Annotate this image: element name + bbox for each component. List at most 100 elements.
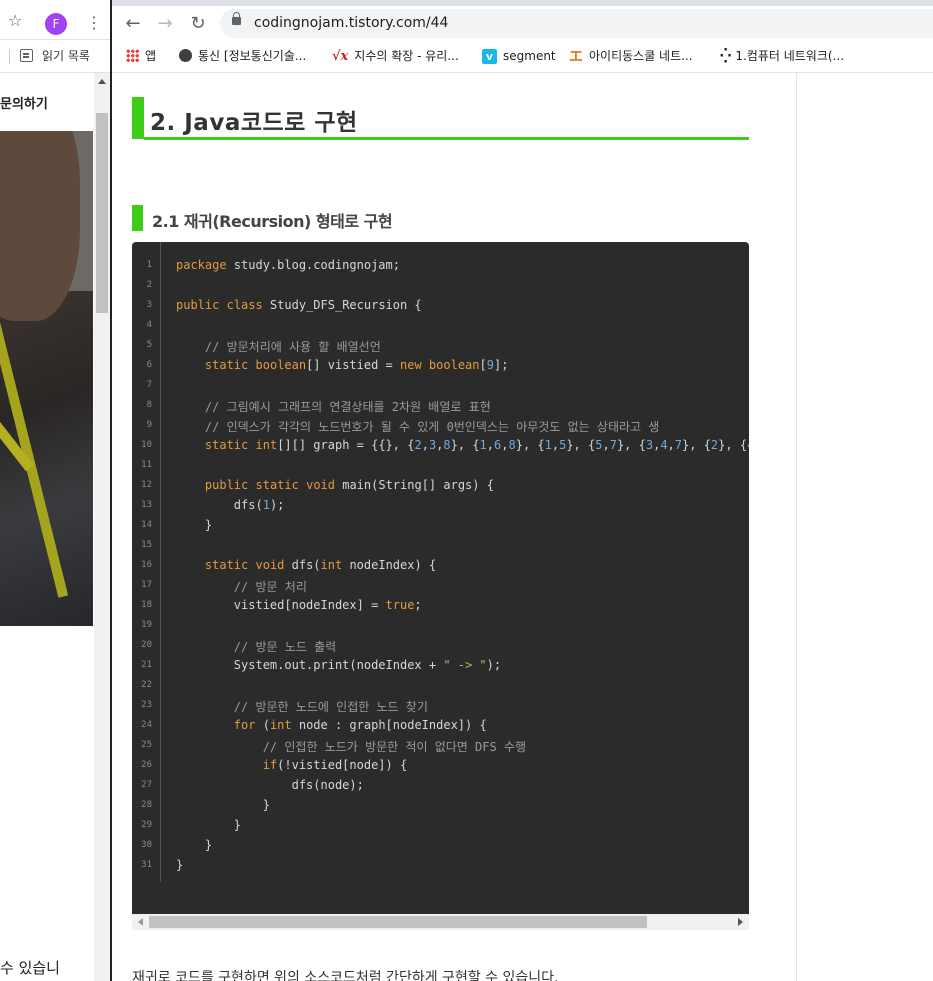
subheading-text: 2.1 재귀(Recursion) 형태로 구현 [152, 212, 393, 231]
line-number: 23 [141, 700, 152, 710]
code-line: // 방문처리에 사용 할 배열선언 [204, 340, 381, 354]
code-line: vistied[nodeIndex] = true; [176, 598, 422, 612]
bookmark-segment[interactable]: v segment [482, 47, 556, 65]
code-line: } [176, 518, 213, 532]
line-number: 30 [141, 840, 152, 850]
itdong-icon: エ [569, 48, 583, 65]
back-arrow-icon[interactable]: ← [122, 13, 144, 35]
line-number: 6 [146, 360, 152, 370]
code-line: public static void main(String[] args) { [204, 478, 494, 492]
reload-icon[interactable]: ↻ [187, 13, 209, 35]
left-body-text: 수 있습니 [0, 959, 60, 977]
bookmark-apps[interactable]: 앱 [126, 47, 156, 65]
line-number: 27 [141, 780, 152, 790]
apps-icon [126, 49, 139, 62]
globe-icon [179, 49, 192, 62]
line-number: 22 [141, 680, 152, 690]
bookmark-star-icon[interactable]: ☆ [8, 11, 22, 30]
article-page: 2. Java코드로 구현 2.1 재귀(Recursion) 형태로 구현 1… [112, 73, 933, 981]
line-number: 9 [146, 420, 152, 430]
code-line: // 인덱스가 각각의 노드번호가 될 수 있게 0번인덱스는 아무것도 없는 … [204, 420, 660, 434]
subheading-accent-bar [132, 205, 143, 231]
left-toolbar: ☆ F ⋮ [0, 0, 110, 40]
code-line: // 방문 처리 [233, 580, 307, 594]
inquiry-link[interactable]: 문의하기 [0, 93, 48, 112]
url-text[interactable]: codingnojam.tistory.com/44 [254, 15, 448, 31]
line-number: 18 [141, 600, 152, 610]
profile-avatar[interactable]: F [45, 13, 67, 35]
forward-arrow-icon[interactable]: → [154, 13, 176, 35]
code-line: } [176, 838, 213, 852]
lock-icon[interactable] [232, 12, 241, 25]
bookmarks-bar: 앱 통신 [정보통신기술... √x 지수의 확장 - 유리... v segmen… [112, 40, 933, 73]
line-number: 3 [146, 300, 152, 310]
sqrt-icon: √x [332, 48, 349, 64]
line-number: 7 [146, 380, 152, 390]
line-number: 2 [146, 280, 152, 290]
line-number: 25 [141, 740, 152, 750]
left-browser-window: ☆ F ⋮ 읽기 목록 문의하기 수 있습니 [0, 0, 110, 981]
left-bookmarks-bar: 읽기 목록 [0, 40, 110, 73]
section-heading: 2. Java코드로 구현 [132, 97, 749, 141]
line-number: 4 [146, 320, 152, 330]
code-line: for (int node : graph[nodeIndex]) { [233, 718, 487, 732]
left-vertical-scrollbar[interactable] [94, 73, 110, 981]
line-number: 19 [141, 620, 152, 630]
code-line: dfs(node); [176, 778, 364, 792]
scroll-left-arrow-icon[interactable] [138, 918, 143, 926]
more-menu-icon[interactable]: ⋮ [86, 13, 102, 33]
line-number: 24 [141, 720, 152, 730]
scrollbar-thumb[interactable] [149, 916, 647, 928]
code-line: } [176, 818, 242, 832]
dots-icon: ⁛ [720, 48, 731, 64]
bookmark-label: 통신 [정보통신기술... [198, 49, 307, 63]
code-line: // 방문 노드 출력 [233, 640, 337, 654]
scroll-up-arrow-icon[interactable] [98, 79, 106, 84]
v-icon: v [482, 49, 497, 64]
line-number: 12 [141, 480, 152, 490]
code-line: static boolean[] vistied = new boolean[9… [204, 358, 509, 372]
left-page-content: 문의하기 수 있습니 [0, 73, 94, 981]
line-number: 29 [141, 820, 152, 830]
line-number: 26 [141, 760, 152, 770]
code-line: // 그림예시 그래프의 연결상태를 2차원 배열로 표현 [204, 400, 491, 414]
profile-photo [0, 131, 93, 626]
code-line: // 인접한 노드가 방문한 적이 없다면 DFS 수행 [262, 740, 527, 754]
bookmark-label: 1.컴퓨터 네트워크(... [735, 49, 845, 63]
bookmark-tongsin[interactable]: 통신 [정보통신기술... [179, 47, 306, 65]
bookmark-exponent[interactable]: √x 지수의 확장 - 유리... [332, 47, 459, 65]
line-number: 8 [146, 400, 152, 410]
line-number: 16 [141, 560, 152, 570]
address-bar[interactable]: codingnojam.tistory.com/44 [220, 9, 933, 38]
code-line: static void dfs(int nodeIndex) { [204, 558, 437, 572]
code-line: // 방문한 노드에 인접한 노드 찾기 [233, 700, 428, 714]
scrollbar-thumb[interactable] [96, 113, 108, 313]
line-number: 1 [146, 260, 152, 270]
heading-text: 2. Java코드로 구현 [150, 110, 358, 136]
line-number: 17 [141, 580, 152, 590]
sidebar-border [796, 73, 797, 981]
code-line: if(!vistied[node]) { [262, 758, 408, 772]
line-number-gutter: 1 2 3 4 5 6 7 8 9 10 11 12 13 14 15 16 17 18 19 20 21 22 23 24 2… [132, 242, 161, 882]
code-line: package study.blog.codingnojam; [176, 258, 400, 272]
bookmark-network[interactable]: ⁛ 1.컴퓨터 네트워크(... [720, 47, 844, 65]
bookmark-separator [9, 49, 10, 64]
line-number: 13 [141, 500, 152, 510]
code-line: static int[][] graph = {{}, {2,3,8}, {1,… [204, 438, 749, 452]
code-horizontal-scrollbar[interactable] [132, 914, 749, 930]
reading-list-icon[interactable] [20, 49, 33, 62]
line-number: 11 [141, 460, 152, 470]
line-number: 5 [146, 340, 152, 350]
line-number: 28 [141, 800, 152, 810]
bookmark-itdong[interactable]: エ 아이티동스쿨 네트... [569, 47, 693, 65]
browser-toolbar: ← → ↻ codingnojam.tistory.com/44 [112, 6, 933, 40]
code-line: public class Study_DFS_Recursion { [176, 298, 422, 312]
reading-list-label[interactable]: 읽기 목록 [42, 47, 90, 64]
code-line: } [176, 798, 270, 812]
code-line: System.out.print(nodeIndex + " -> "); [176, 658, 502, 672]
scroll-right-arrow-icon[interactable] [738, 918, 743, 926]
code-block[interactable]: 1 2 3 4 5 6 7 8 9 10 11 12 13 14 15 16 17 18 19 20 21 22 23 24 2… [132, 242, 749, 930]
bookmark-label: 아이티동스쿨 네트... [589, 49, 693, 63]
main-browser-window: ← → ↻ codingnojam.tistory.com/44 앱 통신 [정… [112, 0, 933, 981]
bookmark-label: 앱 [145, 49, 157, 63]
